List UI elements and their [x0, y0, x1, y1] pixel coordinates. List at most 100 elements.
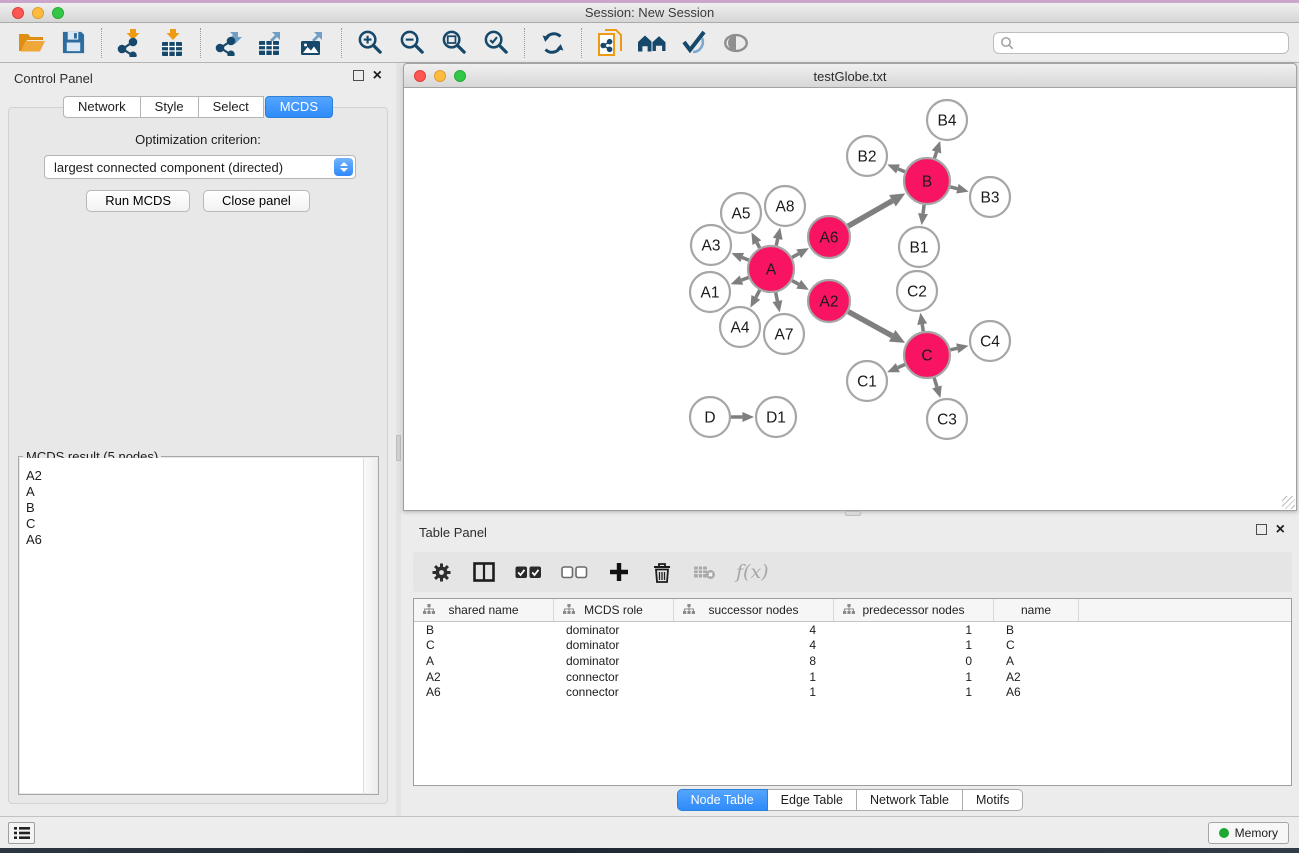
table-cell[interactable]: 0: [834, 654, 994, 668]
tab-select[interactable]: Select: [199, 96, 264, 118]
table-cell[interactable]: 1: [834, 623, 994, 637]
table-settings-button[interactable]: [429, 559, 453, 585]
table-cell[interactable]: 1: [674, 685, 834, 699]
table-cell[interactable]: dominator: [554, 623, 674, 637]
table-header-row[interactable]: shared nameMCDS rolesuccessor nodesprede…: [414, 599, 1291, 622]
close-panel-icon[interactable]: ×: [1276, 525, 1285, 535]
zoom-out-button[interactable]: [391, 26, 433, 60]
tab-mcds[interactable]: MCDS: [265, 96, 333, 118]
close-panel-button[interactable]: Close panel: [203, 190, 310, 212]
table-row[interactable]: A2connector11A2: [414, 669, 1291, 685]
graph-edge-A-A1[interactable]: [741, 277, 748, 280]
graph-edge-A-A5[interactable]: [757, 243, 760, 248]
network-window-titlebar[interactable]: testGlobe.txt: [403, 63, 1297, 88]
table-cell[interactable]: A: [994, 654, 1079, 668]
table-cell[interactable]: connector: [554, 670, 674, 684]
task-history-button[interactable]: [8, 822, 35, 844]
table-row[interactable]: A6connector11A6: [414, 684, 1291, 700]
table-cell[interactable]: C: [414, 638, 554, 652]
table-row[interactable]: Cdominator41C: [414, 638, 1291, 654]
horizontal-splitter-grip[interactable]: [845, 511, 861, 516]
table-cell[interactable]: A: [414, 654, 554, 668]
table-cell[interactable]: C: [994, 638, 1079, 652]
tab-network-table[interactable]: Network Table: [857, 789, 963, 811]
toolbar-search[interactable]: [993, 32, 1289, 54]
select-all-button[interactable]: [515, 559, 542, 585]
zoom-selected-button[interactable]: [475, 26, 517, 60]
show-hide-button[interactable]: [715, 26, 757, 60]
validate-button[interactable]: [673, 26, 715, 60]
mcds-result-list[interactable]: A2ABCA6: [20, 458, 364, 793]
float-panel-icon[interactable]: [353, 70, 364, 81]
table-cell[interactable]: A2: [414, 670, 554, 684]
mcds-result-item[interactable]: A6: [20, 532, 364, 548]
table-cell[interactable]: B: [414, 623, 554, 637]
table-cell[interactable]: A6: [414, 685, 554, 699]
export-image-button[interactable]: [292, 26, 334, 60]
column-header-predecessor-nodes[interactable]: predecessor nodes: [834, 599, 994, 621]
delete-column-button[interactable]: [650, 559, 674, 585]
search-input[interactable]: [1014, 35, 1282, 51]
delete-table-button[interactable]: [693, 559, 717, 585]
table-cell[interactable]: 4: [674, 623, 834, 637]
run-mcds-button[interactable]: Run MCDS: [86, 190, 190, 212]
table-cell[interactable]: 1: [674, 670, 834, 684]
table-cell[interactable]: 8: [674, 654, 834, 668]
graph-edge-A-A4[interactable]: [756, 290, 760, 297]
graph-edge-A-A8[interactable]: [776, 239, 778, 246]
import-table-button[interactable]: [151, 26, 193, 60]
mcds-result-item[interactable]: A: [20, 484, 364, 500]
graph-edge-A-A6[interactable]: [792, 254, 799, 258]
table-cell[interactable]: 1: [834, 685, 994, 699]
duplicate-network-button[interactable]: [589, 26, 631, 60]
graph-edge-A6-B[interactable]: [848, 201, 892, 226]
mcds-result-item[interactable]: A2: [20, 468, 364, 484]
export-table-button[interactable]: [250, 26, 292, 60]
column-header-successor-nodes[interactable]: successor nodes: [674, 599, 834, 621]
column-header-mcds-role[interactable]: MCDS role: [554, 599, 674, 621]
graph-edge-C-C1[interactable]: [898, 365, 905, 368]
table-cell[interactable]: connector: [554, 685, 674, 699]
refresh-button[interactable]: [532, 26, 574, 60]
tab-edge-table[interactable]: Edge Table: [768, 789, 857, 811]
graph-edge-C-C4[interactable]: [950, 348, 957, 350]
table-cell[interactable]: A2: [994, 670, 1079, 684]
zoom-in-button[interactable]: [349, 26, 391, 60]
tab-motifs[interactable]: Motifs: [963, 789, 1023, 811]
memory-button[interactable]: Memory: [1208, 822, 1289, 844]
tab-style[interactable]: Style: [141, 96, 199, 118]
table-row[interactable]: Bdominator41B: [414, 622, 1291, 638]
table-cell[interactable]: dominator: [554, 654, 674, 668]
table-cell[interactable]: A6: [994, 685, 1079, 699]
mcds-result-item[interactable]: C: [20, 516, 364, 532]
export-network-button[interactable]: [208, 26, 250, 60]
network-canvas[interactable]: AA1A3A5A8A4A7A6A2BB2B4B3B1CC2C1C4C3DD1: [403, 88, 1297, 511]
tab-node-table[interactable]: Node Table: [677, 789, 768, 811]
criterion-dropdown[interactable]: largest connected component (directed): [44, 155, 356, 179]
graph-edge-A-A7[interactable]: [776, 293, 778, 302]
resize-grip-icon[interactable]: [1282, 496, 1295, 509]
home-button[interactable]: [631, 26, 673, 60]
graph-edge-B-B2[interactable]: [898, 169, 905, 172]
import-network-button[interactable]: [109, 26, 151, 60]
column-header-shared-name[interactable]: shared name: [414, 599, 554, 621]
add-column-button[interactable]: [607, 559, 631, 585]
open-session-button[interactable]: [10, 26, 52, 60]
deselect-all-button[interactable]: [561, 559, 588, 585]
column-header-name[interactable]: name: [994, 599, 1079, 621]
float-panel-icon[interactable]: [1256, 524, 1267, 535]
graph-edge-A2-C[interactable]: [848, 312, 892, 336]
table-cell[interactable]: 1: [834, 670, 994, 684]
split-view-button[interactable]: [472, 559, 496, 585]
tab-network[interactable]: Network: [63, 96, 141, 118]
network-graph[interactable]: AA1A3A5A8A4A7A6A2BB2B4B3B1CC2C1C4C3DD1: [404, 88, 1295, 509]
table-cell[interactable]: 4: [674, 638, 834, 652]
close-panel-icon[interactable]: ×: [373, 71, 382, 81]
function-builder-button[interactable]: f(x): [736, 559, 769, 585]
graph-edge-A-A3[interactable]: [742, 257, 749, 260]
zoom-fit-button[interactable]: [433, 26, 475, 60]
table-row[interactable]: Adominator80A: [414, 653, 1291, 669]
mcds-result-scrollbar[interactable]: [363, 458, 377, 793]
graph-edge-B-B4[interactable]: [934, 152, 936, 158]
graph-edge-B-B1[interactable]: [923, 205, 924, 214]
